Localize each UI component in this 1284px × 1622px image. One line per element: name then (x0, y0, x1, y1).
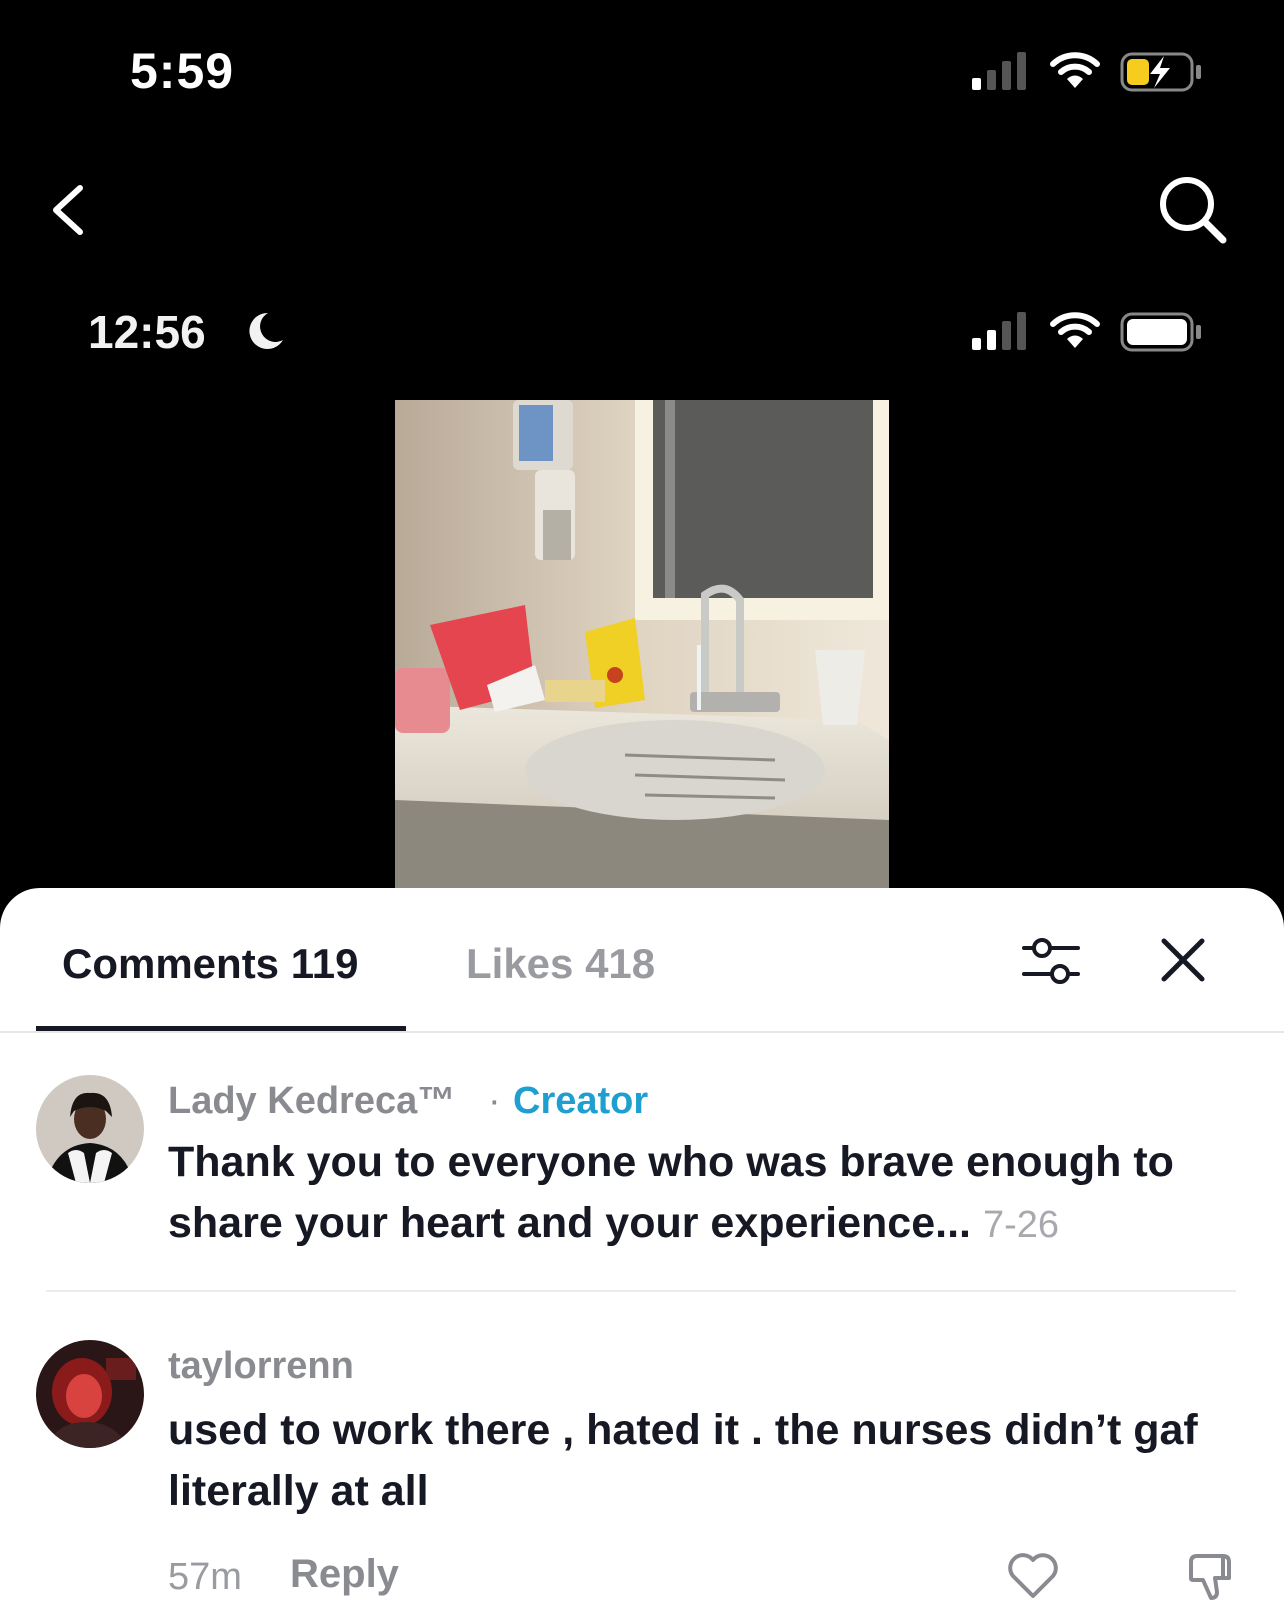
back-icon (53, 185, 83, 235)
dislike-icon (1189, 1554, 1231, 1600)
filter-icon (1022, 938, 1080, 984)
avatar[interactable] (36, 1340, 144, 1448)
inner-status-time: 12:56 (88, 306, 206, 358)
status-time: 5:59 (130, 43, 235, 99)
comment-timestamp: 57m (168, 1556, 242, 1598)
comment-divider (46, 1290, 1236, 1292)
creator-badge: Creator (513, 1080, 649, 1122)
heart-icon (1008, 1553, 1058, 1598)
like-comment-button[interactable] (1005, 1548, 1061, 1604)
tab-comments-label: Comments (62, 940, 280, 987)
battery-charging-icon (1120, 52, 1201, 92)
comment-text[interactable]: Thank you to everyone who was brave enou… (168, 1132, 1228, 1256)
cellular-signal-icon (972, 52, 1026, 90)
close-icon (1161, 938, 1205, 982)
inner-battery-icon (1120, 312, 1201, 352)
inner-cellular-signal-icon (972, 312, 1026, 350)
comment-username[interactable]: taylorrenn (168, 1345, 354, 1388)
video-thumbnail[interactable] (395, 400, 889, 890)
wifi-icon (1050, 52, 1100, 88)
tab-comments[interactable]: Comments 119 (62, 940, 358, 988)
tab-likes-count: 418 (585, 940, 656, 987)
avatar-image (36, 1075, 144, 1183)
video-thumbnail-image (395, 400, 889, 890)
tab-likes-label: Likes (466, 940, 574, 987)
moon-icon (249, 312, 283, 349)
dislike-comment-button[interactable] (1183, 1548, 1239, 1604)
inner-wifi-icon (1050, 312, 1100, 348)
username-separator: · (488, 1080, 501, 1122)
back-button[interactable] (40, 178, 100, 242)
filter-button[interactable] (1020, 930, 1082, 992)
comment-date: 7-26 (982, 1204, 1059, 1246)
avatar-image (36, 1340, 144, 1448)
tab-comments-count: 119 (290, 940, 359, 987)
avatar[interactable] (36, 1075, 144, 1183)
search-button[interactable] (1155, 172, 1230, 247)
search-icon (1160, 177, 1227, 244)
tab-likes[interactable]: Likes 418 (466, 940, 655, 988)
close-button[interactable] (1158, 935, 1208, 985)
tabs-divider (0, 1031, 1284, 1033)
comment-text[interactable]: used to work there , hated it . the nurs… (168, 1400, 1228, 1522)
comment-username[interactable]: Lady Kedreca™ (168, 1080, 455, 1123)
reply-button[interactable]: Reply (290, 1552, 399, 1597)
